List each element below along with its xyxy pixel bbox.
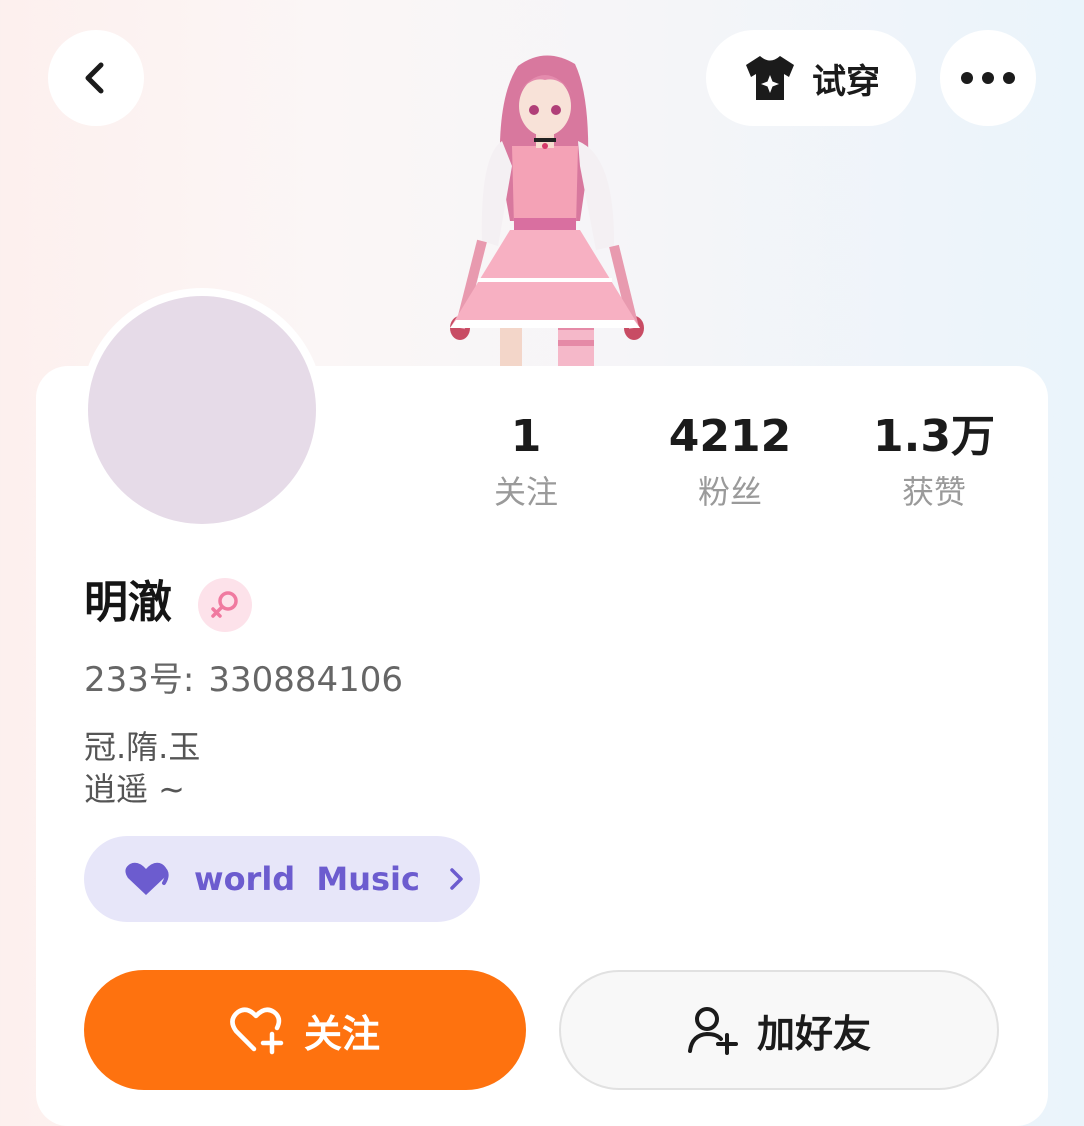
music-chip[interactable]: world Music <box>84 836 480 922</box>
bio-line: 冠.隋.玉 <box>84 728 201 766</box>
stat-likes[interactable]: 1.3万 获赞 <box>834 410 1034 512</box>
try-on-button[interactable]: 试穿 <box>706 30 916 126</box>
back-button[interactable] <box>48 30 144 126</box>
bio: 冠.隋.玉 逍遥 ~ <box>84 726 200 810</box>
add-friend-button[interactable]: 加好友 <box>559 970 999 1090</box>
gender-badge <box>198 578 252 632</box>
stat-fans[interactable]: 4212 粉丝 <box>630 410 830 512</box>
more-dots-icon <box>961 72 1015 84</box>
heart-music-icon <box>125 862 169 895</box>
music-chip-label: world Music <box>194 860 420 898</box>
user-plus-icon <box>687 1007 738 1055</box>
stat-following-value: 1 <box>510 411 542 462</box>
heart-plus-icon <box>230 1007 284 1055</box>
user-id-value: 330884106 <box>208 660 404 700</box>
stat-following[interactable]: 1 关注 <box>426 410 626 512</box>
bio-line: 逍遥 ~ <box>84 770 185 808</box>
user-id-label: 233号: <box>84 660 195 700</box>
follow-label: 关注 <box>303 1011 380 1056</box>
try-on-label: 试穿 <box>812 61 880 102</box>
follow-button[interactable]: 关注 <box>84 970 526 1090</box>
stat-fans-value: 4212 <box>668 411 792 462</box>
shirt-sparkle-icon <box>746 56 794 100</box>
character-model-image <box>450 55 644 368</box>
female-icon <box>211 591 238 618</box>
avatar-frame <box>80 288 324 532</box>
username: 明澈 <box>84 577 172 628</box>
more-button[interactable] <box>940 30 1036 126</box>
chevron-right-icon <box>450 868 463 890</box>
chevron-left-icon <box>85 62 104 94</box>
stat-following-label: 关注 <box>493 473 558 511</box>
add-friend-label: 加好友 <box>756 1011 871 1056</box>
user-id: 233号: 330884106 <box>84 656 417 704</box>
stat-fans-label: 粉丝 <box>697 473 762 511</box>
avatar[interactable] <box>88 296 316 524</box>
stat-likes-label: 获赞 <box>901 473 966 511</box>
stat-likes-value: 1.3万 <box>873 411 995 462</box>
